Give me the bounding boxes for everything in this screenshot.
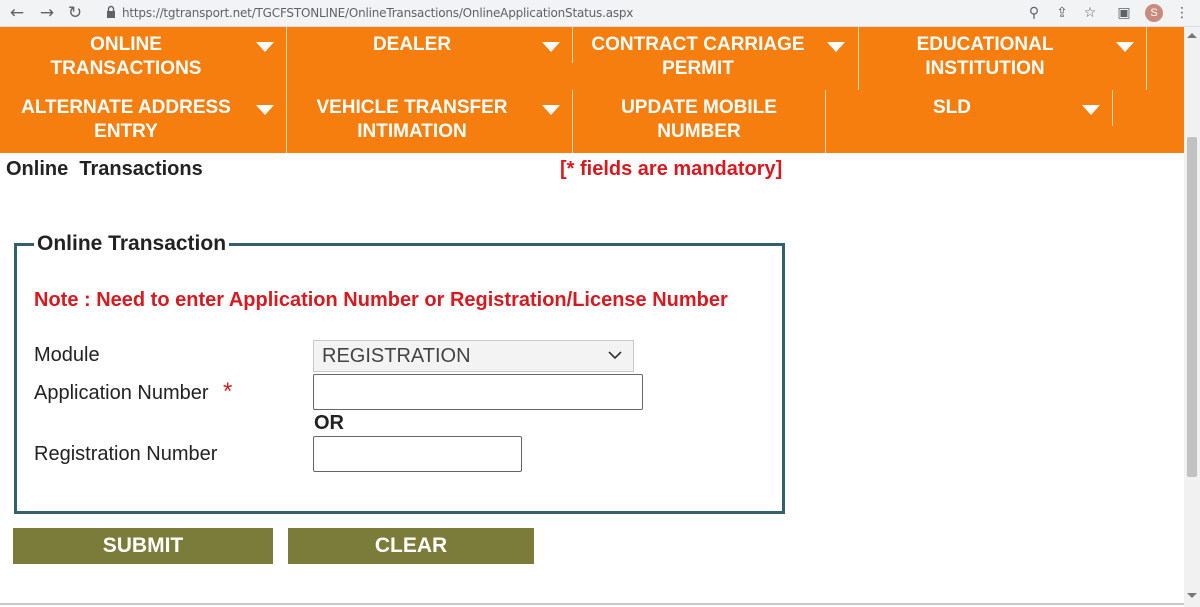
address-bar[interactable]: https://tgtransport.net/TGCFSTONLINE/Onl… — [100, 3, 1100, 23]
nav-sld[interactable]: SLD — [826, 90, 1078, 153]
lock-icon — [107, 5, 115, 18]
reload-icon[interactable]: ↻ — [64, 2, 86, 24]
chevron-down-icon — [608, 351, 622, 360]
menu-icon[interactable]: ⋮ — [1172, 3, 1192, 23]
page-title: Online Transactions — [6, 158, 203, 180]
chevron-down-icon[interactable] — [542, 105, 560, 115]
instruction-note: Note : Need to enter Application Number … — [34, 289, 728, 311]
application-number-input[interactable] — [313, 374, 643, 410]
clear-button[interactable]: CLEAR — [288, 528, 534, 564]
nav-dealer[interactable]: DEALER — [287, 27, 537, 90]
fieldset-legend: Online Transaction — [34, 232, 230, 256]
required-marker: * — [223, 378, 233, 405]
zoom-icon[interactable]: ⚲ — [1024, 3, 1044, 23]
registration-number-input[interactable] — [313, 436, 522, 472]
chevron-down-icon[interactable] — [256, 105, 274, 115]
module-select[interactable]: REGISTRATION — [313, 340, 634, 372]
chevron-down-icon[interactable] — [256, 42, 274, 52]
chevron-down-icon[interactable] — [1082, 105, 1100, 115]
divider — [0, 603, 1184, 605]
star-icon[interactable]: ☆ — [1080, 3, 1100, 23]
chevron-down-icon[interactable] — [827, 42, 845, 52]
url-text: https://tgtransport.net/TGCFSTONLINE/Onl… — [122, 6, 634, 20]
profile-avatar[interactable]: S — [1145, 4, 1163, 22]
back-icon[interactable]: ← — [6, 2, 28, 24]
nav-alternate-address-entry[interactable]: ALTERNATE ADDRESS ENTRY — [0, 90, 252, 153]
chevron-down-icon[interactable] — [1116, 42, 1134, 52]
scroll-thumb[interactable] — [1187, 137, 1197, 477]
extension-icon[interactable]: ▣ — [1114, 3, 1134, 23]
submit-button[interactable]: SUBMIT — [13, 528, 273, 564]
scroll-down-icon[interactable] — [1187, 593, 1197, 598]
chevron-down-icon[interactable] — [542, 42, 560, 52]
forward-icon[interactable]: → — [36, 2, 58, 24]
nav-educational-institution[interactable]: EDUCATIONAL INSTITUTION — [859, 27, 1111, 90]
main-nav: ONLINE TRANSACTIONS DEALER CONTRACT CARR… — [0, 27, 1184, 153]
mandatory-note: [* fields are mandatory] — [560, 158, 783, 180]
nav-contract-carriage-permit[interactable]: CONTRACT CARRIAGE PERMIT — [573, 27, 823, 90]
nav-online-transactions[interactable]: ONLINE TRANSACTIONS — [0, 27, 252, 90]
page-scrollbar[interactable] — [1184, 27, 1200, 607]
module-selected-value: REGISTRATION — [322, 345, 471, 367]
application-number-label: Application Number — [34, 382, 209, 404]
browser-toolbar: ← → ↻ https://tgtransport.net/TGCFSTONLI… — [0, 0, 1200, 27]
nav-vehicle-transfer-intimation[interactable]: VEHICLE TRANSFER INTIMATION — [287, 90, 537, 153]
scroll-up-icon[interactable] — [1187, 33, 1197, 38]
nav-update-mobile-number[interactable]: UPDATE MOBILE NUMBER — [573, 90, 825, 153]
registration-number-label: Registration Number — [34, 443, 218, 465]
share-icon[interactable]: ⇪ — [1052, 3, 1072, 23]
module-label: Module — [34, 344, 100, 366]
or-separator: OR — [314, 412, 344, 434]
